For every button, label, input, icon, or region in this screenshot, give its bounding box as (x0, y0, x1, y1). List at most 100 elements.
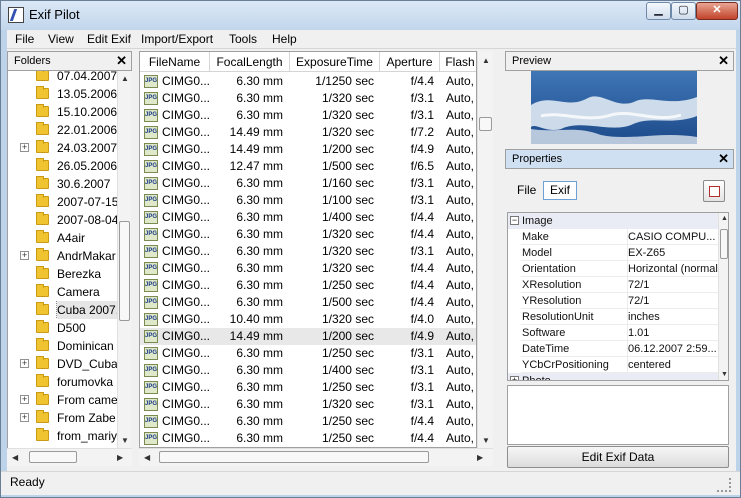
group-image[interactable]: − Image (508, 213, 718, 229)
folder-item[interactable]: Dominican (8, 337, 120, 355)
expand-icon[interactable]: + (510, 376, 519, 380)
expand-icon[interactable]: + (20, 143, 29, 152)
folder-item[interactable]: +24.03.2007 (8, 139, 120, 157)
file-row[interactable]: JPG CIMG0... 6.30 mm 1/250 sec f/3.1 Auto, (140, 379, 476, 396)
expand-icon[interactable]: + (20, 251, 29, 260)
file-row[interactable]: JPG CIMG0... 6.30 mm 1/320 sec f/3.1 Auto, (140, 107, 476, 124)
file-row[interactable]: JPG CIMG0... 6.30 mm 1/250 sec f/4.4 Auto, (140, 413, 476, 430)
scroll-thumb[interactable] (119, 221, 130, 321)
properties-vscrollbar[interactable]: ▲ ▼ (718, 213, 728, 380)
property-row[interactable]: Orientation Horizontal (normal) (508, 261, 720, 277)
file-row[interactable]: JPG CIMG0... 6.30 mm 1/320 sec f/3.1 Auto, (140, 396, 476, 413)
property-row[interactable]: Software 1.01 (508, 325, 720, 341)
folder-item[interactable]: Berezka (8, 265, 120, 283)
scroll-down-icon[interactable]: ▼ (482, 436, 490, 445)
folder-item[interactable]: 2007-08-04 (8, 211, 120, 229)
file-row[interactable]: JPG CIMG0... 6.30 mm 1/250 sec f/4.4 Auto, (140, 430, 476, 447)
property-row[interactable]: XResolution 72/1 (508, 277, 720, 293)
scroll-up-icon[interactable]: ▲ (721, 215, 728, 222)
tab-exif[interactable]: Exif (543, 181, 577, 200)
folder-item[interactable]: + DVD_Cuba_ (8, 355, 120, 373)
scroll-down-icon[interactable]: ▼ (721, 371, 728, 378)
scroll-right-icon[interactable]: ▶ (477, 453, 483, 462)
group-photo[interactable]: + Photo (508, 373, 718, 380)
scroll-right-icon[interactable]: ▶ (117, 453, 123, 462)
folder-item[interactable]: D500 (8, 319, 120, 337)
menu-file[interactable]: File (15, 32, 34, 46)
file-row[interactable]: JPG CIMG0... 6.30 mm 1/320 sec f/4.4 Auto, (140, 226, 476, 243)
property-row[interactable]: YCbCrPositioning centered (508, 357, 720, 373)
file-row[interactable]: JPG CIMG0... 6.30 mm 1/320 sec f/4.4 Auto, (140, 260, 476, 277)
file-row[interactable]: JPG CIMG0... 14.49 mm 1/320 sec f/7.2 Auto, (140, 124, 476, 141)
column-header-flash[interactable]: Flash (440, 52, 476, 72)
file-row[interactable]: JPG CIMG0... 6.30 mm 1/400 sec f/3.1 Auto, (140, 362, 476, 379)
file-row[interactable]: JPG CIMG0... 6.30 mm 1/160 sec f/3.1 Auto, (140, 175, 476, 192)
column-header-aperture[interactable]: Aperture (380, 52, 440, 72)
scroll-thumb[interactable] (159, 451, 429, 463)
property-row[interactable]: DateTime 06.12.2007 2:59... (508, 341, 720, 357)
properties-grid[interactable]: − Image Make CASIO COMPU... Model EX-Z65 Ori… (507, 212, 729, 381)
file-row[interactable]: JPG CIMG0... 10.40 mm 1/320 sec f/4.0 Auto, (140, 311, 476, 328)
scroll-down-icon[interactable]: ▼ (121, 436, 129, 445)
resize-grip-icon[interactable] (717, 478, 731, 492)
column-header-exposuretime[interactable]: ExposureTime (290, 52, 380, 72)
folder-tree-hscrollbar[interactable]: ◀ ▶ (7, 448, 132, 466)
file-row[interactable]: JPG CIMG0... 6.30 mm 1/320 sec f/3.1 Auto, (140, 243, 476, 260)
folders-close-icon[interactable]: ✕ (116, 52, 127, 70)
properties-action-button[interactable] (703, 180, 725, 202)
folder-item[interactable]: + From came (8, 391, 120, 409)
preview-close-icon[interactable]: ✕ (718, 52, 729, 70)
expand-icon[interactable]: + (20, 395, 29, 404)
file-row[interactable]: JPG CIMG0... 6.30 mm 1/250 sec f/3.1 Auto, (140, 345, 476, 362)
file-row[interactable]: JPG CIMG0... 6.30 mm 1/1250 sec f/4.4 Auto, (140, 73, 476, 90)
folder-item[interactable]: from_mariy (8, 427, 120, 445)
menu-tools[interactable]: Tools (229, 32, 257, 46)
menu-help[interactable]: Help (272, 32, 297, 46)
property-row[interactable]: Model EX-Z65 (508, 245, 720, 261)
file-list-vscrollbar[interactable]: ▲ ▼ (477, 51, 493, 448)
scroll-thumb[interactable] (720, 229, 728, 259)
edit-exif-data-button[interactable]: Edit Exif Data (507, 446, 729, 468)
scroll-thumb[interactable] (29, 451, 77, 463)
scroll-up-icon[interactable]: ▲ (482, 56, 490, 65)
property-row[interactable]: ResolutionUnit inches (508, 309, 720, 325)
file-row[interactable]: JPG CIMG0... 6.30 mm 1/500 sec f/4.4 Auto, (140, 294, 476, 311)
property-row[interactable]: YResolution 72/1 (508, 293, 720, 309)
folder-item[interactable]: Cuba 2007. (8, 301, 120, 319)
column-header-focallength[interactable]: FocalLength (210, 52, 290, 72)
folder-tree[interactable]: 07.04.2007 13.05.2006 15.10.2006 22.01.2006… (7, 71, 131, 448)
maximize-button[interactable]: ▢ (671, 2, 696, 20)
scroll-left-icon[interactable]: ◀ (144, 453, 150, 462)
menu-view[interactable]: View (48, 32, 74, 46)
scroll-up-icon[interactable]: ▲ (121, 74, 129, 83)
expand-icon[interactable]: + (20, 359, 29, 368)
file-row[interactable]: JPG CIMG0... 6.30 mm 1/400 sec f/4.4 Auto, (140, 209, 476, 226)
menu-edit-exif[interactable]: Edit Exif (87, 32, 131, 46)
file-row[interactable]: JPG CIMG0... 6.30 mm 1/320 sec f/3.1 Auto, (140, 90, 476, 107)
folder-tree-vscrollbar[interactable]: ▲ ▼ (117, 71, 131, 448)
property-row[interactable]: Make CASIO COMPU... (508, 229, 720, 245)
file-row[interactable]: JPG CIMG0... 12.47 mm 1/500 sec f/6.5 Auto, (140, 158, 476, 175)
collapse-icon[interactable]: − (510, 216, 519, 225)
file-row[interactable]: JPG CIMG0... 14.49 mm 1/200 sec f/4.9 Auto, (140, 141, 476, 158)
scroll-thumb[interactable] (479, 117, 492, 131)
folder-item[interactable]: forumovka (8, 373, 120, 391)
folder-item[interactable]: 15.10.2006 (8, 103, 120, 121)
menu-import-export[interactable]: Import/Export (141, 32, 213, 46)
folder-item[interactable]: + AndrMakar (8, 247, 120, 265)
scroll-left-icon[interactable]: ◀ (12, 453, 18, 462)
folder-item[interactable]: A4air (8, 229, 120, 247)
folder-item[interactable]: 22.01.2006 (8, 121, 120, 139)
folder-item[interactable]: + From Zabe (8, 409, 120, 427)
minimize-button[interactable]: ▁ (646, 2, 671, 20)
file-list[interactable]: FileName FocalLength ExposureTime Apertu… (139, 51, 477, 448)
file-row[interactable]: JPG CIMG0... 14.49 mm 1/200 sec f/4.9 Auto, (140, 328, 476, 345)
column-header-filename[interactable]: FileName (140, 52, 210, 72)
file-list-hscrollbar[interactable]: ◀ ▶ (139, 448, 493, 466)
folder-item[interactable]: 07.04.2007 (8, 71, 120, 85)
folder-item[interactable]: 13.05.2006 (8, 85, 120, 103)
folder-item[interactable]: 30.6.2007 (8, 175, 120, 193)
file-row[interactable]: JPG CIMG0... 6.30 mm 1/250 sec f/4.4 Auto, (140, 277, 476, 294)
close-button[interactable]: ✕ (696, 2, 738, 20)
folder-item[interactable]: 2007-07-15 (8, 193, 120, 211)
